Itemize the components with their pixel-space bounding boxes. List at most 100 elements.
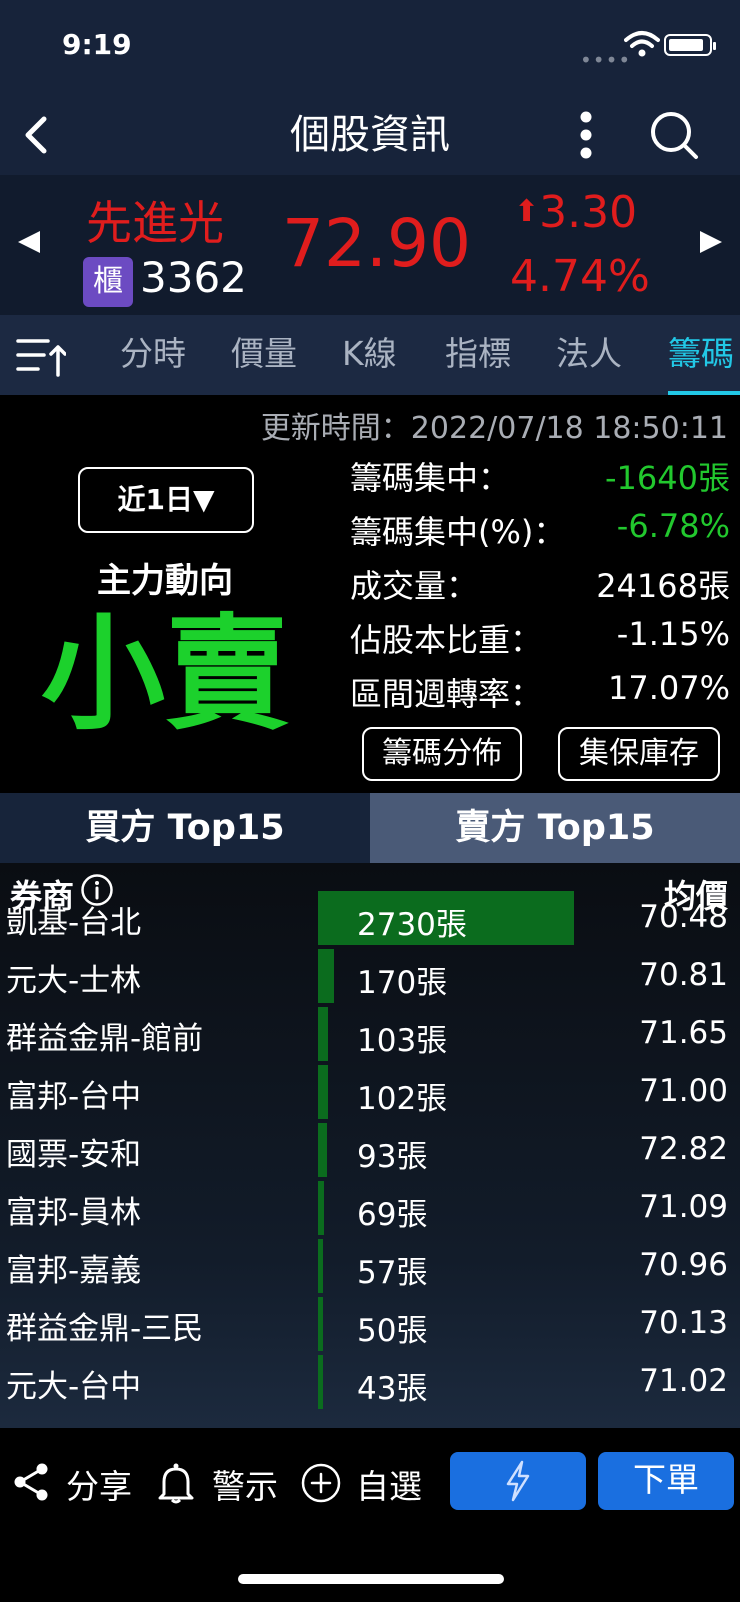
- volume-bar: [318, 1239, 323, 1293]
- stat-label-turnover: 區間週轉率：: [350, 675, 543, 713]
- price-change-pct: 4.74%: [510, 251, 650, 302]
- avg-price: 70.96: [639, 1247, 728, 1283]
- volume-bar: [318, 1123, 327, 1177]
- prev-stock-icon[interactable]: [14, 227, 44, 257]
- table-row[interactable]: 富邦-嘉義 57張 70.96: [0, 1239, 740, 1297]
- bottom-toolbar: 分享 警示 自選 下單: [0, 1428, 740, 1602]
- avg-price: 72.82: [639, 1131, 728, 1167]
- tab-indicators[interactable]: 指標: [445, 315, 511, 395]
- net-volume: 43張: [357, 1371, 428, 1407]
- volume-bar: [318, 1065, 328, 1119]
- table-row[interactable]: 富邦-員林 69張 71.09: [0, 1181, 740, 1239]
- chip-summary: 更新時間：2022/07/18 18:50:11 近1日▼ 主力動向 小賣 籌碼…: [0, 395, 740, 793]
- share-icon[interactable]: [12, 1462, 50, 1502]
- app-header: 個股資訊: [0, 95, 740, 175]
- share-button[interactable]: 分享: [66, 1460, 132, 1508]
- back-icon[interactable]: [14, 107, 64, 163]
- net-volume: 69張: [357, 1197, 428, 1233]
- avg-price: 71.09: [639, 1189, 728, 1225]
- watchlist-button[interactable]: 自選: [356, 1460, 422, 1508]
- broker-name: 富邦-嘉義: [6, 1253, 142, 1289]
- home-indicator: [238, 1574, 504, 1584]
- status-time: 9:19: [62, 28, 132, 61]
- add-circle-icon[interactable]: [300, 1462, 342, 1504]
- broker-name: 富邦-台中: [6, 1079, 142, 1115]
- avg-price: 70.48: [639, 899, 728, 935]
- update-time: 更新時間：2022/07/18 18:50:11: [260, 411, 728, 446]
- avg-price: 70.81: [639, 957, 728, 993]
- table-row[interactable]: 元大-士林 170張 70.81: [0, 949, 740, 1007]
- more-vertical-icon[interactable]: [568, 105, 604, 165]
- net-volume: 103張: [357, 1023, 448, 1059]
- stat-value-turnover: 17.07%: [607, 669, 730, 707]
- search-icon[interactable]: [646, 107, 702, 163]
- broker-name: 凱基-台北: [6, 905, 142, 941]
- net-volume: 57張: [357, 1255, 428, 1291]
- main-force-signal: 小賣: [40, 603, 289, 747]
- quick-order-button[interactable]: [450, 1452, 586, 1510]
- buyer-seller-tabs: 買方 Top15 賣方 Top15: [0, 793, 740, 863]
- place-order-button[interactable]: 下單: [598, 1452, 734, 1510]
- function-tabs: 分時 價量 K線 指標 法人 籌碼: [0, 315, 740, 395]
- volume-bar: [318, 1297, 323, 1351]
- custody-inventory-button[interactable]: 集保庫存: [558, 727, 720, 781]
- stat-label-volume: 成交量：: [350, 567, 479, 605]
- net-volume: 50張: [357, 1313, 428, 1349]
- stat-value-concentration-pct: -6.78%: [616, 507, 730, 545]
- stock-price: 72.90: [282, 205, 471, 282]
- chip-distribution-button[interactable]: 籌碼分佈: [362, 727, 522, 781]
- sort-menu-icon[interactable]: [16, 335, 66, 377]
- broker-name: 富邦-員林: [6, 1195, 142, 1231]
- table-row[interactable]: 群益金鼎-三民 50張 70.13: [0, 1297, 740, 1355]
- avg-price: 70.13: [639, 1305, 728, 1341]
- net-volume: 102張: [357, 1081, 448, 1117]
- wifi-icon: [624, 31, 660, 57]
- battery-icon: [664, 34, 716, 56]
- bell-icon[interactable]: [156, 1462, 196, 1504]
- stock-code: 3362: [140, 253, 247, 302]
- avg-price: 71.02: [639, 1363, 728, 1399]
- tab-price-volume[interactable]: 價量: [231, 315, 297, 395]
- page-title: 個股資訊: [290, 112, 450, 158]
- up-arrow-icon: ⬆: [514, 194, 540, 229]
- table-row[interactable]: 群益金鼎-館前 103張 71.65: [0, 1007, 740, 1065]
- stat-value-share-ratio: -1.15%: [616, 615, 730, 653]
- stat-label-concentration-pct: 籌碼集中(%)：: [350, 513, 566, 551]
- tab-buyer-top15[interactable]: 買方 Top15: [0, 793, 370, 863]
- stock-name: 先進光: [86, 196, 224, 250]
- broker-name: 群益金鼎-館前: [6, 1021, 204, 1057]
- tab-seller-top15[interactable]: 賣方 Top15: [370, 793, 740, 863]
- volume-bar: [318, 1007, 328, 1061]
- broker-name: 群益金鼎-三民: [6, 1311, 204, 1347]
- broker-name: 元大-台中: [6, 1369, 142, 1405]
- avg-price: 71.00: [639, 1073, 728, 1109]
- stat-value-concentration: -1640張: [605, 459, 730, 497]
- table-row[interactable]: 富邦-台中 102張 71.00: [0, 1065, 740, 1123]
- quote-bar: 先進光 櫃 3362 72.90 ⬆3.30 4.74%: [0, 175, 740, 315]
- period-dropdown[interactable]: 近1日▼: [78, 467, 254, 533]
- tab-chips[interactable]: 籌碼: [668, 315, 734, 395]
- table-row[interactable]: 國票-安和 93張 72.82: [0, 1123, 740, 1181]
- broker-table: 券商 均價 凱基-台北 2730張 70.48 元大-士林 170張 70.81 群益金鼎-…: [0, 863, 740, 1428]
- stat-label-share-ratio: 佔股本比重：: [350, 621, 543, 659]
- broker-name: 國票-安和: [6, 1137, 142, 1173]
- stat-label-concentration: 籌碼集中：: [350, 459, 511, 497]
- tab-kline[interactable]: K線: [342, 315, 397, 395]
- market-badge: 櫃: [83, 257, 133, 307]
- alert-button[interactable]: 警示: [212, 1460, 278, 1508]
- tab-intraday[interactable]: 分時: [120, 315, 186, 395]
- price-change-value: 3.30: [539, 187, 638, 238]
- status-bar: 9:19 ••••: [0, 0, 740, 95]
- net-volume: 170張: [357, 965, 448, 1001]
- net-volume: 93張: [357, 1139, 428, 1175]
- table-row[interactable]: 凱基-台北 2730張 70.48: [0, 891, 740, 949]
- table-row[interactable]: 元大-台中 43張 71.02: [0, 1355, 740, 1413]
- tab-institutional[interactable]: 法人: [556, 315, 622, 395]
- avg-price: 71.65: [639, 1015, 728, 1051]
- broker-name: 元大-士林: [6, 963, 142, 999]
- volume-bar: [318, 1181, 324, 1235]
- lightning-icon: [506, 1460, 530, 1502]
- next-stock-icon[interactable]: [696, 227, 726, 257]
- net-volume: 2730張: [357, 907, 467, 943]
- price-change: ⬆3.30: [514, 187, 637, 238]
